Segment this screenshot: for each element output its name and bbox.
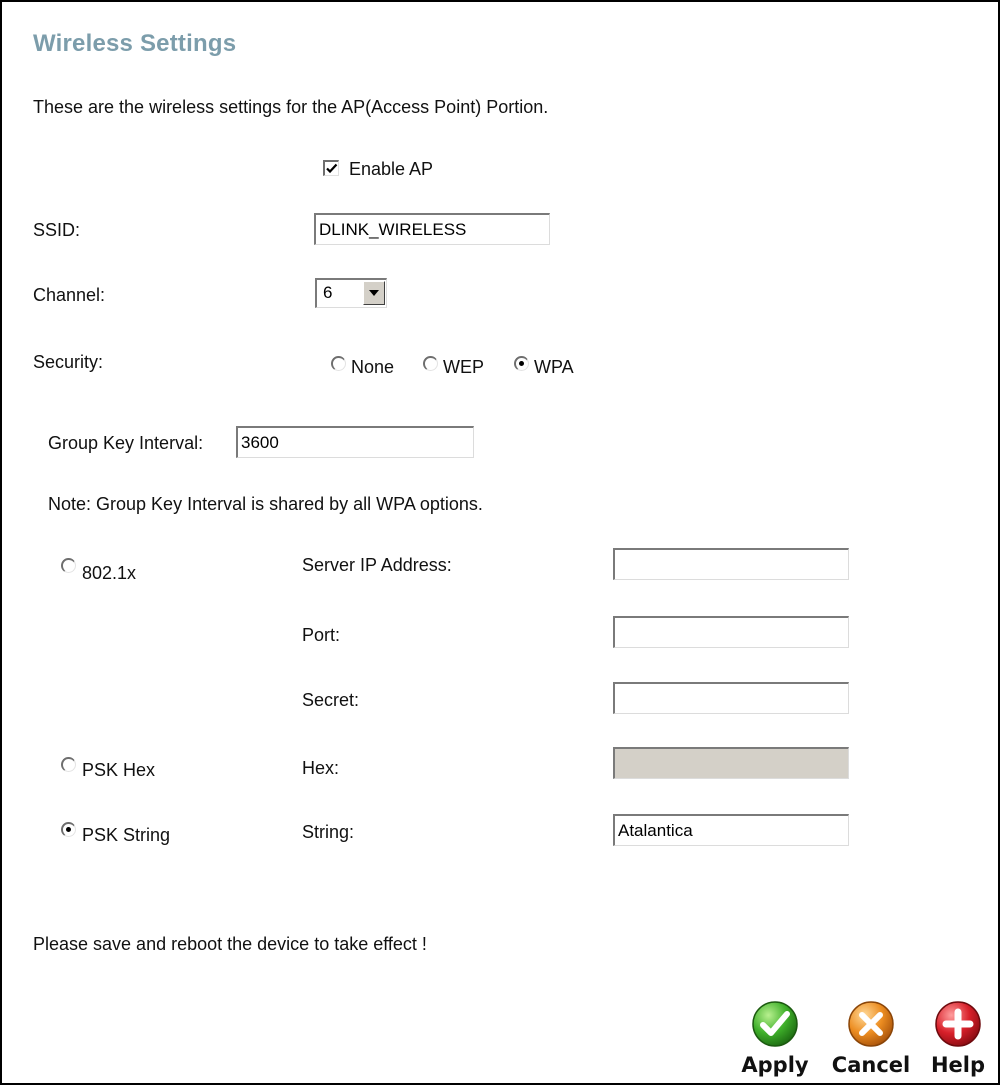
channel-label: Channel:	[33, 285, 106, 305]
apply-button[interactable]: Apply	[735, 999, 815, 1077]
plus-icon	[935, 1001, 981, 1047]
enable-ap-label: Enable AP	[349, 159, 434, 179]
psk-string-label: PSK String	[82, 825, 171, 845]
dropdown-button[interactable]	[363, 281, 385, 305]
secret-input[interactable]	[613, 682, 849, 714]
security-wep-label: WEP	[443, 357, 485, 377]
group-key-note: Note: Group Key Interval is shared by al…	[48, 494, 483, 514]
x-icon	[848, 1001, 894, 1047]
security-none-label: None	[351, 357, 395, 377]
cancel-button[interactable]: Cancel	[823, 999, 919, 1077]
string-input[interactable]: Atalantica	[613, 814, 849, 846]
port-input[interactable]	[613, 616, 849, 648]
security-none-radio[interactable]	[331, 356, 346, 371]
checkmark-icon	[326, 163, 338, 174]
help-label: Help	[930, 1053, 986, 1077]
wireless-settings-panel: Wireless Settings These are the wireless…	[0, 0, 1000, 1085]
footer-note: Please save and reboot the device to tak…	[33, 934, 427, 954]
port-label: Port:	[302, 625, 341, 645]
group-key-label: Group Key Interval:	[48, 433, 204, 453]
psk-hex-label: PSK Hex	[82, 760, 156, 780]
channel-select[interactable]: 6	[315, 278, 387, 308]
server-ip-label: Server IP Address:	[302, 555, 452, 575]
ssid-input[interactable]: DLINK_WIRELESS	[314, 213, 550, 245]
help-button[interactable]: Help	[923, 999, 993, 1077]
server-ip-input[interactable]	[613, 548, 849, 580]
secret-label: Secret:	[302, 690, 360, 710]
chevron-down-icon	[369, 290, 379, 296]
string-label: String:	[302, 822, 355, 842]
security-wep-radio[interactable]	[423, 356, 438, 371]
security-label: Security:	[33, 352, 104, 372]
wpa-8021x-label: 802.1x	[82, 563, 137, 583]
page-title: Wireless Settings	[33, 30, 237, 57]
check-icon	[752, 1001, 798, 1047]
channel-value: 6	[323, 283, 333, 302]
hex-input[interactable]	[613, 747, 849, 779]
hex-label: Hex:	[302, 758, 340, 778]
group-key-input[interactable]: 3600	[236, 426, 474, 458]
security-wpa-radio[interactable]	[514, 356, 529, 371]
psk-hex-radio[interactable]	[61, 757, 76, 772]
cancel-label: Cancel	[831, 1053, 911, 1077]
apply-label: Apply	[741, 1053, 809, 1077]
security-wpa-label: WPA	[534, 357, 574, 377]
page-description: These are the wireless settings for the …	[33, 97, 549, 117]
psk-string-radio[interactable]	[61, 822, 76, 837]
ssid-label: SSID:	[33, 220, 81, 240]
enable-ap-checkbox[interactable]	[323, 160, 339, 176]
wpa-8021x-radio[interactable]	[61, 558, 76, 573]
